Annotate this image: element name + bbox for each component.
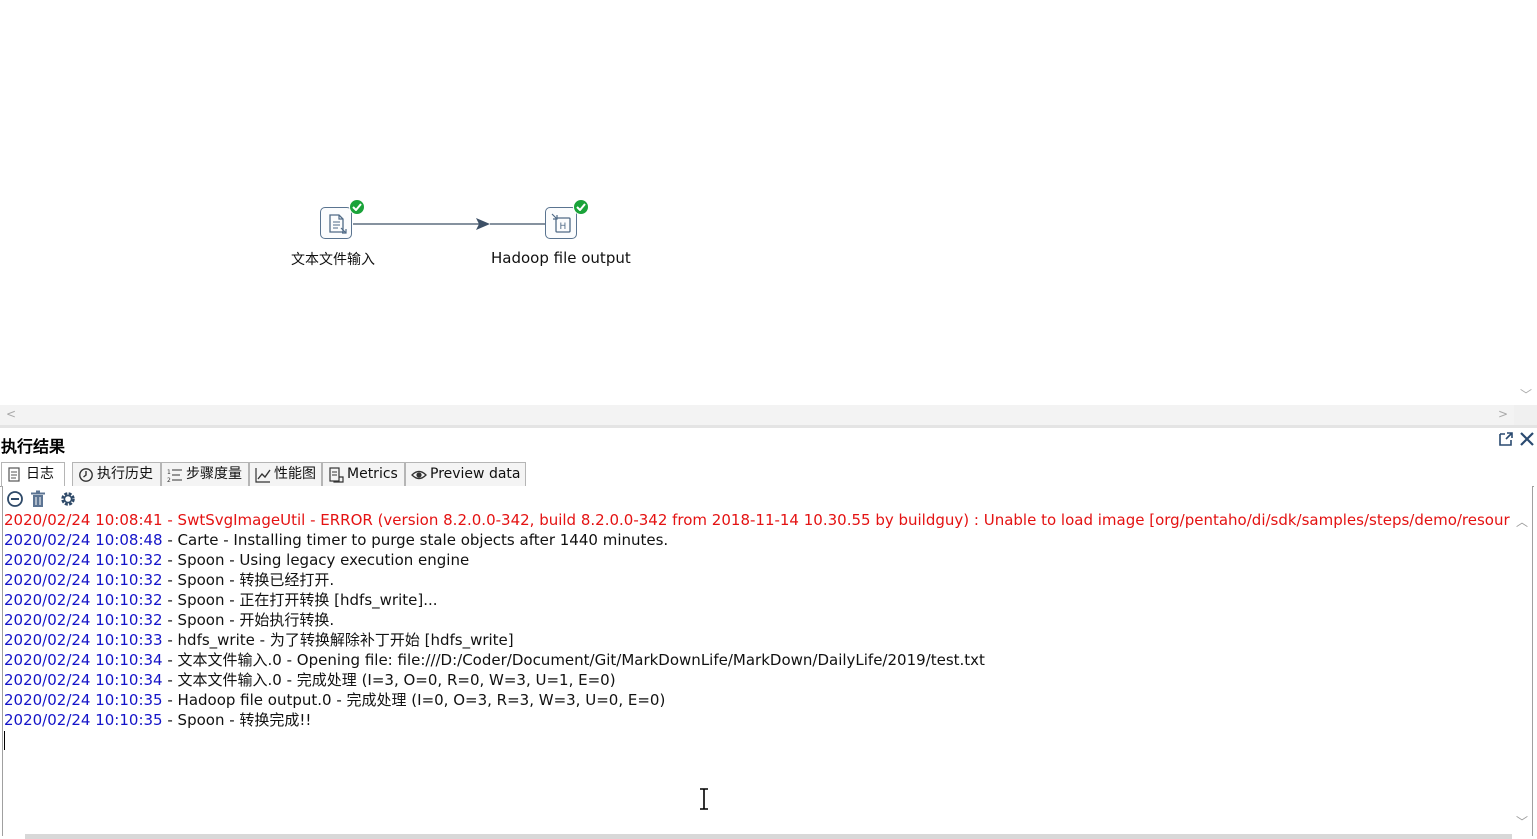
svg-text:2: 2 <box>167 477 171 483</box>
log-line: 2020/02/24 10:10:32 - Spoon - 开始执行转换. <box>4 610 1510 630</box>
success-check-icon <box>349 199 365 215</box>
text-cursor-icon <box>700 788 708 810</box>
result-tabs: 日志 执行历史 1 2 步骤度量 性能图 Metrics Preview dat… <box>0 462 1534 487</box>
tab-label: Preview data <box>430 466 521 482</box>
metrics-icon <box>329 467 344 483</box>
log-timestamp: 2020/02/24 10:10:32 <box>4 611 163 629</box>
hop-layer <box>353 218 545 230</box>
log-line-error: 2020/02/24 10:08:41 - SwtSvgImageUtil - … <box>4 510 1510 530</box>
log-message: - hdfs_write - 为了转换解除补丁开始 [hdfs_write] <box>162 631 514 649</box>
tab-label: 性能图 <box>274 466 316 482</box>
tab-step-metrics[interactable]: 1 2 步骤度量 <box>161 462 249 486</box>
scroll-right-icon[interactable]: > <box>1498 407 1508 421</box>
text-caret <box>4 731 5 750</box>
close-icon[interactable] <box>1518 430 1536 448</box>
step-label-text-file-input[interactable]: 文本文件输入 <box>291 249 375 269</box>
log-message: - Spoon - 开始执行转换. <box>162 611 335 629</box>
log-message: - Spoon - 正在打开转换 [hdfs_write]... <box>162 591 438 609</box>
log-message: - Spoon - 转换已经打开. <box>162 571 335 589</box>
tab-preview-data[interactable]: Preview data <box>405 462 526 486</box>
gear-icon[interactable] <box>59 490 77 508</box>
tab-performance-chart[interactable]: 性能图 <box>249 462 322 486</box>
log-message: - Hadoop file output.0 - 完成处理 (I=0, O=3,… <box>162 691 666 709</box>
stop-icon[interactable] <box>6 490 24 508</box>
log-horizontal-scrollbar[interactable] <box>25 834 1512 839</box>
log-timestamp: 2020/02/24 10:10:34 <box>4 671 163 689</box>
svg-text:1: 1 <box>167 469 171 476</box>
log-message: - 文本文件输入.0 - Opening file: file:///D:/Co… <box>162 651 985 669</box>
log-line: 2020/02/24 10:10:32 - Spoon - Using lega… <box>4 550 1510 570</box>
log-line: 2020/02/24 10:10:35 - Spoon - 转换完成!! <box>4 710 1510 730</box>
tab-label: 日志 <box>26 466 54 482</box>
eye-icon <box>411 470 427 480</box>
tab-metrics[interactable]: Metrics <box>322 462 405 486</box>
log-timestamp: 2020/02/24 10:08:48 <box>4 531 163 549</box>
log-timestamp: 2020/02/24 10:10:32 <box>4 591 163 609</box>
log-icon <box>8 467 20 482</box>
trash-icon[interactable] <box>29 490 47 508</box>
panel-title: 执行结果 <box>1 437 66 456</box>
canvas-vertical-scrollbar[interactable]: ﹀ <box>1513 0 1537 405</box>
log-timestamp: 2020/02/24 10:10:35 <box>4 691 163 709</box>
log-timestamp: 2020/02/24 10:10:35 <box>4 711 163 729</box>
scroll-up-icon[interactable]: ︿ <box>1516 513 1528 530</box>
pop-out-icon[interactable] <box>1497 430 1515 448</box>
log-timestamp: 2020/02/24 10:08:41 <box>4 511 163 529</box>
log-message: - Spoon - 转换完成!! <box>162 711 312 729</box>
panel-divider[interactable] <box>0 425 1537 428</box>
log-line: 2020/02/24 10:10:32 - Spoon - 转换已经打开. <box>4 570 1510 590</box>
performance-chart-icon <box>255 468 271 483</box>
text-file-input-icon[interactable] <box>320 207 352 239</box>
log-timestamp: 2020/02/24 10:10:34 <box>4 651 163 669</box>
log-vertical-scrollbar[interactable]: ︿ ﹀ <box>1512 510 1532 835</box>
success-check-icon <box>573 199 589 215</box>
scroll-corner <box>1514 405 1537 425</box>
scroll-down-icon[interactable]: ﹀ <box>1520 386 1532 403</box>
log-message: - 文本文件输入.0 - 完成处理 (I=3, O=0, R=0, W=3, U… <box>162 671 616 689</box>
tab-label: 执行历史 <box>97 466 153 482</box>
transformation-canvas[interactable]: 文本文件输入 H Hadoop file output <box>0 0 1537 405</box>
tab-history[interactable]: 执行历史 <box>72 462 161 486</box>
tab-label: 步骤度量 <box>186 466 242 482</box>
log-timestamp: 2020/02/24 10:10:32 <box>4 571 163 589</box>
canvas-horizontal-scrollbar[interactable]: < > <box>0 405 1514 425</box>
tab-label: Metrics <box>347 466 398 482</box>
log-line: 2020/02/24 10:10:32 - Spoon - 正在打开转换 [hd… <box>4 590 1510 610</box>
scroll-down-icon[interactable]: ﹀ <box>1516 813 1528 830</box>
log-message: - SwtSvgImageUtil - ERROR (version 8.2.0… <box>162 511 1510 529</box>
log-line: 2020/02/24 10:10:33 - hdfs_write - 为了转换解… <box>4 630 1510 650</box>
log-message: - Spoon - Using legacy execution engine <box>162 551 470 569</box>
log-line: 2020/02/24 10:08:48 - Carte - Installing… <box>4 530 1510 550</box>
step-label-hadoop-file-output[interactable]: Hadoop file output <box>491 249 631 267</box>
hadoop-file-output-icon[interactable]: H <box>545 207 577 239</box>
log-line: 2020/02/24 10:10:35 - Hadoop file output… <box>4 690 1510 710</box>
svg-text:H: H <box>560 222 567 232</box>
tab-log[interactable]: 日志 <box>1 462 65 487</box>
log-timestamp: 2020/02/24 10:10:32 <box>4 551 163 569</box>
step-metrics-icon: 1 2 <box>167 469 182 483</box>
log-line: 2020/02/24 10:10:34 - 文本文件输入.0 - Opening… <box>4 650 1510 670</box>
log-timestamp: 2020/02/24 10:10:33 <box>4 631 163 649</box>
log-message: - Carte - Installing timer to purge stal… <box>162 531 669 549</box>
log-line: 2020/02/24 10:10:34 - 文本文件输入.0 - 完成处理 (I… <box>4 670 1510 690</box>
scroll-left-icon[interactable]: < <box>6 407 16 421</box>
log-text-area[interactable]: 2020/02/24 10:08:41 - SwtSvgImageUtil - … <box>4 510 1510 830</box>
history-icon <box>79 468 93 482</box>
